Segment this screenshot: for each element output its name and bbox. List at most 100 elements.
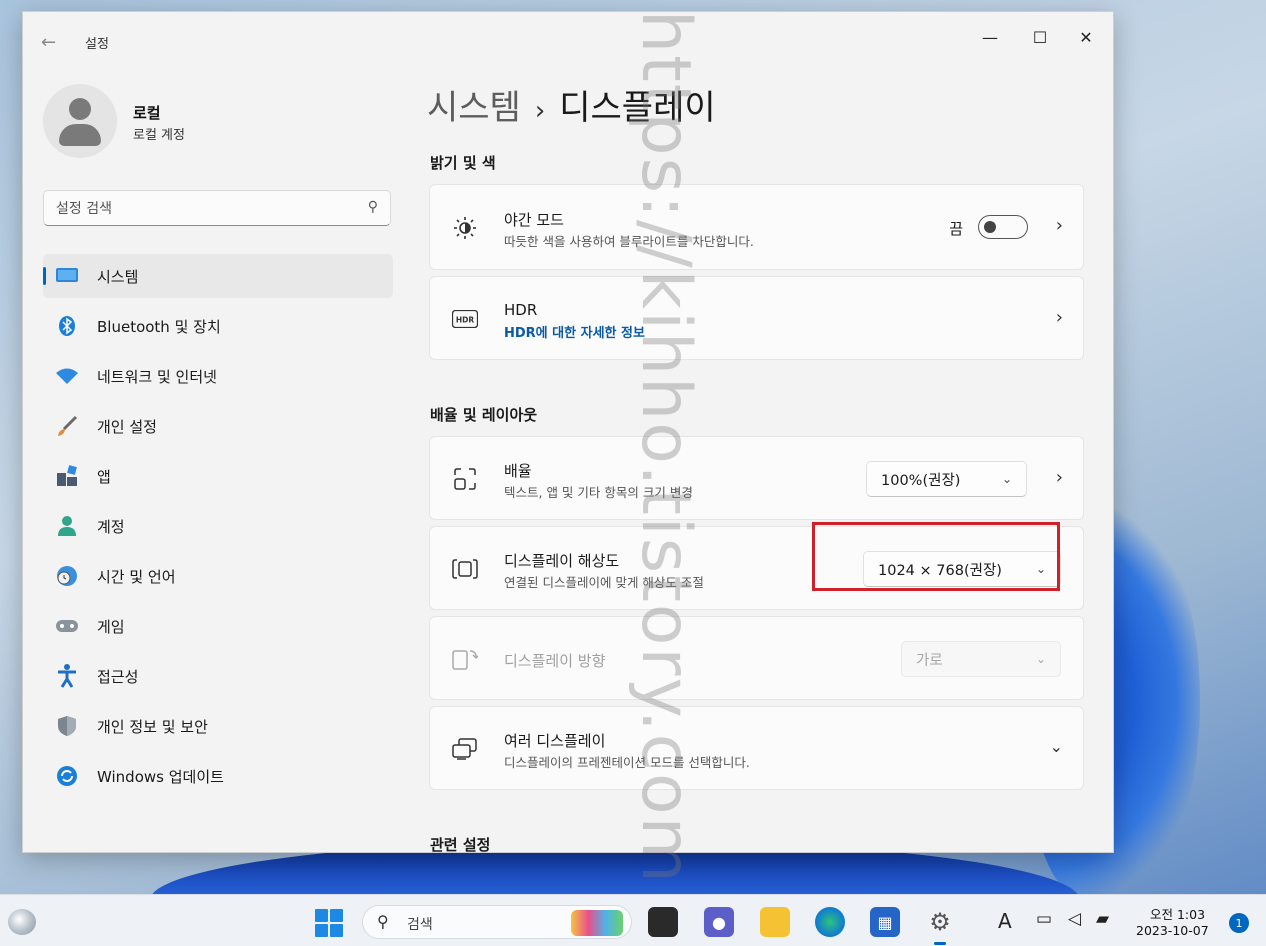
- settings-window: ← 설정 — ☐ ✕ 로컬 로컬 계정 ⚲ 시스템 Bluetooth 및 장치: [22, 11, 1114, 853]
- night-mode-card[interactable]: 야간 모드 따듯한 색을 사용하여 블루라이트를 차단합니다. 끔 ›: [429, 184, 1084, 270]
- hdr-card[interactable]: HDR HDR HDR에 대한 자세한 정보 ›: [429, 276, 1084, 360]
- multiple-displays-title: 여러 디스플레이: [504, 732, 606, 750]
- settings-app-icon[interactable]: ⚙: [925, 907, 955, 945]
- scale-desc: 텍스트, 앱 및 기타 항목의 크기 변경: [504, 485, 693, 500]
- close-button[interactable]: ✕: [1063, 22, 1109, 52]
- scale-card[interactable]: 배율 텍스트, 앱 및 기타 항목의 크기 변경 100%(권장) ⌄ ›: [429, 436, 1084, 520]
- resolution-desc: 연결된 디스플레이에 맞게 해상도 조절: [504, 575, 704, 590]
- task-view-icon[interactable]: [648, 907, 678, 937]
- sidebar-item-system[interactable]: 시스템: [43, 254, 393, 298]
- scale-value: 100%(권장): [881, 472, 961, 489]
- profile-name: 로컬: [133, 104, 161, 122]
- network-icon[interactable]: ▭: [1036, 909, 1052, 929]
- multiple-displays-desc: 디스플레이의 프레젠테이션 모드를 선택합니다.: [504, 755, 750, 770]
- search-highlight-icon: [571, 910, 623, 936]
- maximize-icon: ☐: [1032, 27, 1048, 47]
- sidebar-item-accessibility[interactable]: 접근성: [43, 654, 393, 698]
- night-mode-toggle-label: 끔: [949, 220, 963, 238]
- section-title-scale-layout: 배율 및 레이아웃: [430, 406, 538, 424]
- update-icon: [55, 764, 79, 788]
- close-icon: ✕: [1079, 27, 1093, 47]
- monitor-icon: [55, 264, 79, 288]
- shield-icon: [55, 714, 79, 738]
- maximize-button[interactable]: ☐: [1017, 22, 1063, 52]
- hdr-info-link[interactable]: HDR에 대한 자세한 정보: [504, 322, 645, 341]
- avatar[interactable]: [43, 84, 117, 158]
- accessibility-icon: [55, 664, 79, 688]
- search-icon: ⚲: [377, 912, 389, 931]
- sidebar-item-apps[interactable]: 앱: [43, 454, 393, 498]
- start-button[interactable]: [315, 909, 343, 937]
- sidebar-item-privacy-security[interactable]: 개인 정보 및 보안: [43, 704, 393, 748]
- chevron-down-icon: ⌄: [1001, 472, 1012, 486]
- chevron-down-icon: ⌄: [1035, 652, 1046, 666]
- scale-icon: [452, 466, 478, 492]
- chevron-right-icon[interactable]: ›: [1056, 467, 1063, 488]
- orientation-value: 가로: [916, 652, 943, 669]
- night-light-icon: [452, 215, 478, 241]
- chevron-down-icon[interactable]: ⌄: [1050, 737, 1063, 756]
- hdr-icon: HDR: [452, 306, 478, 332]
- sidebar-item-network[interactable]: 네트워크 및 인터넷: [43, 354, 393, 398]
- gamepad-icon: [55, 614, 79, 638]
- bluetooth-icon: [55, 314, 79, 338]
- clock-time[interactable]: 오전 1:03: [1150, 904, 1205, 923]
- person-icon: [55, 514, 79, 538]
- taskbar-search[interactable]: ⚲ 검색: [362, 905, 632, 939]
- breadcrumb-separator: ›: [534, 96, 546, 126]
- back-arrow-icon[interactable]: ←: [41, 32, 56, 53]
- section-title-brightness: 밝기 및 색: [430, 154, 496, 172]
- night-mode-toggle[interactable]: [978, 215, 1028, 239]
- night-mode-title: 야간 모드: [504, 211, 564, 229]
- file-explorer-icon[interactable]: [760, 907, 790, 937]
- multiple-displays-card[interactable]: 여러 디스플레이 디스플레이의 프레젠테이션 모드를 선택합니다. ⌄: [429, 706, 1084, 790]
- svg-text:HDR: HDR: [456, 316, 475, 325]
- brush-icon: [55, 414, 79, 438]
- page-title: 디스플레이: [559, 88, 716, 128]
- scale-title: 배율: [504, 462, 532, 480]
- globe-clock-icon: [55, 564, 79, 588]
- resolution-title: 디스플레이 해상도: [504, 552, 620, 570]
- multiple-displays-icon: [452, 736, 478, 762]
- search-input[interactable]: [56, 198, 346, 220]
- taskbar-search-label: 검색: [407, 917, 433, 933]
- scale-dropdown[interactable]: 100%(권장) ⌄: [866, 461, 1027, 497]
- wifi-icon: [55, 364, 79, 388]
- night-mode-desc: 따듯한 색을 사용하여 블루라이트를 차단합니다.: [504, 234, 754, 249]
- battery-icon[interactable]: ▰: [1096, 909, 1109, 929]
- orientation-dropdown: 가로 ⌄: [901, 641, 1061, 677]
- sidebar-item-bluetooth[interactable]: Bluetooth 및 장치: [43, 304, 393, 348]
- notification-badge[interactable]: 1: [1229, 913, 1249, 933]
- hdr-title: HDR: [504, 301, 538, 319]
- chevron-right-icon[interactable]: ›: [1056, 215, 1063, 236]
- edge-browser-icon[interactable]: [815, 907, 845, 937]
- taskbar: ⚲ 검색 ● ▦ ⚙ A ▭ ◁ ▰ 오전 1:03 2023-10-07 1: [0, 894, 1266, 946]
- section-title-related: 관련 설정: [430, 836, 491, 853]
- chevron-right-icon[interactable]: ›: [1056, 307, 1063, 328]
- sidebar-item-windows-update[interactable]: Windows 업데이트: [43, 754, 393, 798]
- breadcrumb: 시스템 › 디스플레이: [427, 80, 716, 129]
- sidebar-nav: 시스템 Bluetooth 및 장치 네트워크 및 인터넷 개인 설정 앱 계정…: [43, 254, 393, 804]
- teams-chat-icon[interactable]: ●: [704, 907, 734, 937]
- breadcrumb-parent[interactable]: 시스템: [427, 88, 521, 128]
- apps-icon: [55, 464, 79, 488]
- search-icon[interactable]: ⚲: [368, 199, 378, 215]
- sidebar-item-gaming[interactable]: 게임: [43, 604, 393, 648]
- settings-search: ⚲: [43, 190, 391, 226]
- sidebar-item-time-language[interactable]: 시간 및 언어: [43, 554, 393, 598]
- widgets-icon[interactable]: [8, 909, 36, 935]
- sidebar-item-personalization[interactable]: 개인 설정: [43, 404, 393, 448]
- volume-muted-icon[interactable]: ◁: [1068, 909, 1081, 929]
- clock-date[interactable]: 2023-10-07: [1136, 923, 1209, 938]
- minimize-icon: —: [982, 27, 998, 47]
- annotation-highlight-box: [812, 522, 1060, 591]
- resolution-icon: [452, 556, 478, 582]
- profile-account-type: 로컬 계정: [133, 128, 185, 143]
- sidebar-item-accounts[interactable]: 계정: [43, 504, 393, 548]
- orientation-card: 디스플레이 방향 가로 ⌄: [429, 616, 1084, 700]
- title-bar: ← 설정 — ☐ ✕: [23, 12, 1113, 54]
- ime-indicator[interactable]: A: [998, 909, 1012, 933]
- store-icon[interactable]: ▦: [870, 907, 900, 937]
- minimize-button[interactable]: —: [967, 22, 1013, 52]
- orientation-title: 디스플레이 방향: [504, 652, 606, 670]
